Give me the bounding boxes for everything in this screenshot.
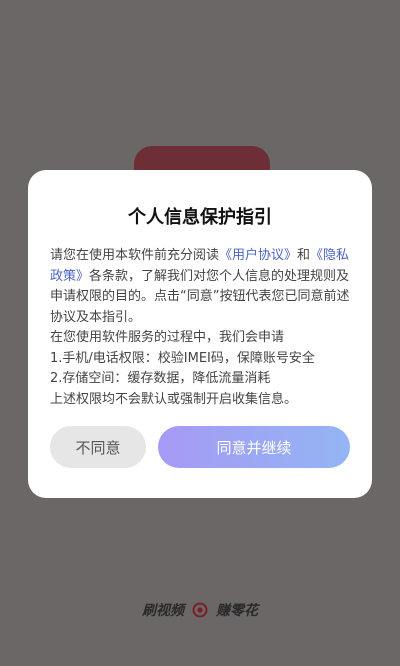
brand-left-text: 刷视频 (142, 603, 184, 619)
agreement-text-and: 和 (297, 248, 311, 263)
target-ring-icon (192, 602, 208, 618)
privacy-dialog: 个人信息保护指引 请您在使用本软件前充分阅读《用户协议》和《隐私政策》各条款，了… (28, 170, 372, 498)
agree-continue-button[interactable]: 同意并继续 (158, 426, 350, 468)
dialog-button-row: 不同意 同意并继续 (50, 426, 350, 468)
service-intro-text: 在您使用软件服务的过程中，我们会申请 (50, 330, 285, 345)
permission-phone-text: 1.手机/电话权限：校验IMEI码，保障账号安全 (50, 350, 315, 366)
agreement-text-suffix: 各条款，了解我们对您个人信息的处理规则及申请权限的目的。点击“同意”按钮代表您已… (50, 268, 350, 325)
brand-slogan: 刷视频 赚零花 (0, 598, 400, 622)
dialog-body: 请您在使用本软件前充分阅读《用户协议》和《隐私政策》各条款，了解我们对您个人信息… (50, 246, 350, 410)
brand-right-text: 赚零花 (216, 603, 258, 619)
agreement-text-prefix: 请您在使用本软件前充分阅读 (50, 248, 220, 263)
agreement-paragraph: 请您在使用本软件前充分阅读《用户协议》和《隐私政策》各条款，了解我们对您个人信息… (50, 246, 350, 328)
permission-storage-text: 2.存储空间：缓存数据，降低流量消耗 (50, 371, 271, 386)
closing-text: 上述权限均不会默认或强制开启收集信息。 (50, 391, 298, 407)
dialog-title: 个人信息保护指引 (128, 207, 272, 228)
user-agreement-link[interactable]: 《用户协议》 (219, 248, 297, 263)
decline-button[interactable]: 不同意 (50, 426, 146, 468)
